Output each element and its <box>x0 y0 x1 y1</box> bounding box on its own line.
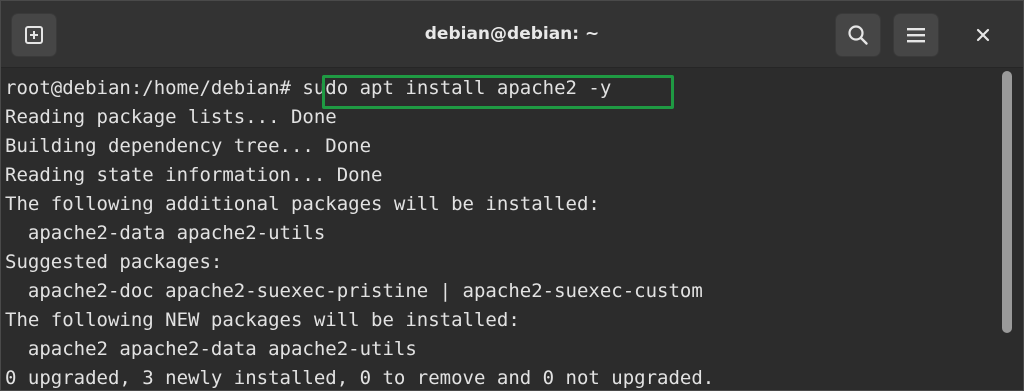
output-line: 0 upgraded, 3 newly installed, 0 to remo… <box>5 367 715 389</box>
new-tab-plus-icon <box>25 26 43 44</box>
shell-prompt: root@debian:/home/debian# <box>5 77 291 99</box>
command-text: sudo apt install apache2 -y <box>290 77 612 99</box>
new-tab-button[interactable] <box>11 13 57 57</box>
terminal-area[interactable]: root@debian:/home/debian# sudo apt insta… <box>1 68 1023 390</box>
output-line: The following NEW packages will be insta… <box>5 309 520 331</box>
output-line: Reading package lists... Done <box>5 106 337 128</box>
hamburger-menu-icon <box>907 28 925 43</box>
close-button[interactable] <box>960 13 1006 57</box>
output-line: apache2-data apache2-utils <box>5 222 326 244</box>
search-icon <box>848 25 868 45</box>
search-button[interactable] <box>835 13 881 57</box>
terminal-output: root@debian:/home/debian# sudo apt insta… <box>5 74 990 390</box>
output-line: The following additional packages will b… <box>5 193 600 215</box>
scrollbar-thumb[interactable] <box>1002 71 1012 333</box>
menu-button[interactable] <box>893 13 939 57</box>
output-line: Reading state information... Done <box>5 164 383 186</box>
output-line: apache2-doc apache2-suexec-pristine | ap… <box>5 280 703 302</box>
output-line: Suggested packages: <box>5 251 223 273</box>
command-line: root@debian:/home/debian# sudo apt insta… <box>5 74 990 103</box>
output-line: apache2 apache2-data apache2-utils <box>5 338 417 360</box>
header-bar: debian@debian: ~ <box>1 1 1023 68</box>
close-icon <box>976 28 990 42</box>
terminal-window: debian@debian: ~ root@debian:/home/debia… <box>0 0 1024 391</box>
scrollbar[interactable] <box>993 68 1023 390</box>
output-line: Building dependency tree... Done <box>5 135 372 157</box>
